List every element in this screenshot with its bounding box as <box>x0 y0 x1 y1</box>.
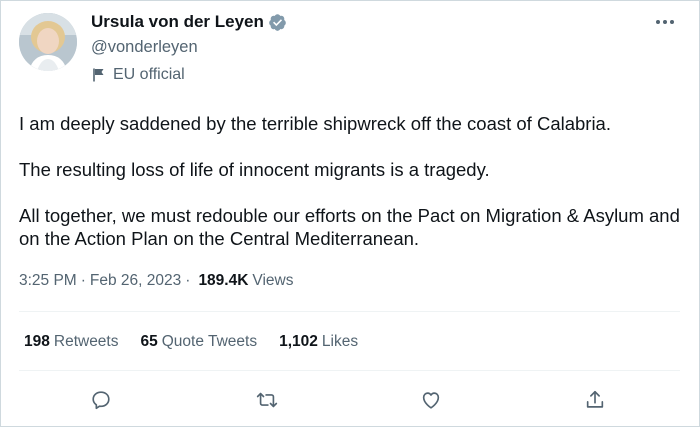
divider <box>19 370 680 371</box>
tweet-meta: 3:25 PM · Feb 26, 2023 · 189.4K Views <box>19 272 294 290</box>
heart-icon[interactable] <box>415 384 447 416</box>
author-name-row: Ursula von der Leyen <box>91 12 287 32</box>
affiliation-label-text: EU official <box>113 66 185 83</box>
likes-label: Likes <box>321 333 359 350</box>
verified-badge-icon <box>268 13 287 32</box>
retweet-icon[interactable] <box>251 384 283 416</box>
tweet-time[interactable]: 3:25 PM <box>19 272 77 290</box>
divider <box>19 311 680 312</box>
likes-count: 1,102 <box>279 333 318 350</box>
meta-separator: · <box>80 272 86 289</box>
views-label: Views <box>252 272 294 289</box>
flag-icon <box>91 67 107 83</box>
tweet-text: I am deeply saddened by the terrible shi… <box>19 112 684 273</box>
quote-tweets-label: Quote Tweets <box>161 333 258 350</box>
retweets-label: Retweets <box>53 333 119 350</box>
share-icon[interactable] <box>579 384 611 416</box>
tweet-paragraph: The resulting loss of life of innocent m… <box>19 159 490 180</box>
engagement-stats: 198 Retweets 65 Quote Tweets 1,102 Likes <box>24 333 380 351</box>
likes-stat[interactable]: 1,102 Likes <box>279 333 358 351</box>
tweet-date[interactable]: Feb 26, 2023 <box>90 272 181 290</box>
tweet-paragraph: I am deeply saddened by the terrible shi… <box>19 113 611 134</box>
retweets-count: 198 <box>24 333 50 350</box>
author-handle[interactable]: @vonderleyen <box>91 38 198 57</box>
avatar[interactable] <box>19 13 77 71</box>
quote-tweets-count: 65 <box>140 333 158 350</box>
action-bar <box>0 384 700 416</box>
more-icon[interactable] <box>652 12 678 32</box>
tweet-paragraph: All together, we must redouble our effor… <box>19 205 680 249</box>
quote-tweets-stat[interactable]: 65 Quote Tweets <box>141 333 258 351</box>
author-name[interactable]: Ursula von der Leyen <box>91 12 264 32</box>
views-count: 189.4K <box>198 272 249 289</box>
meta-separator: · <box>185 272 191 289</box>
retweets-stat[interactable]: 198 Retweets <box>24 333 119 351</box>
reply-icon[interactable] <box>85 384 117 416</box>
affiliation-label: EU official <box>91 66 185 84</box>
